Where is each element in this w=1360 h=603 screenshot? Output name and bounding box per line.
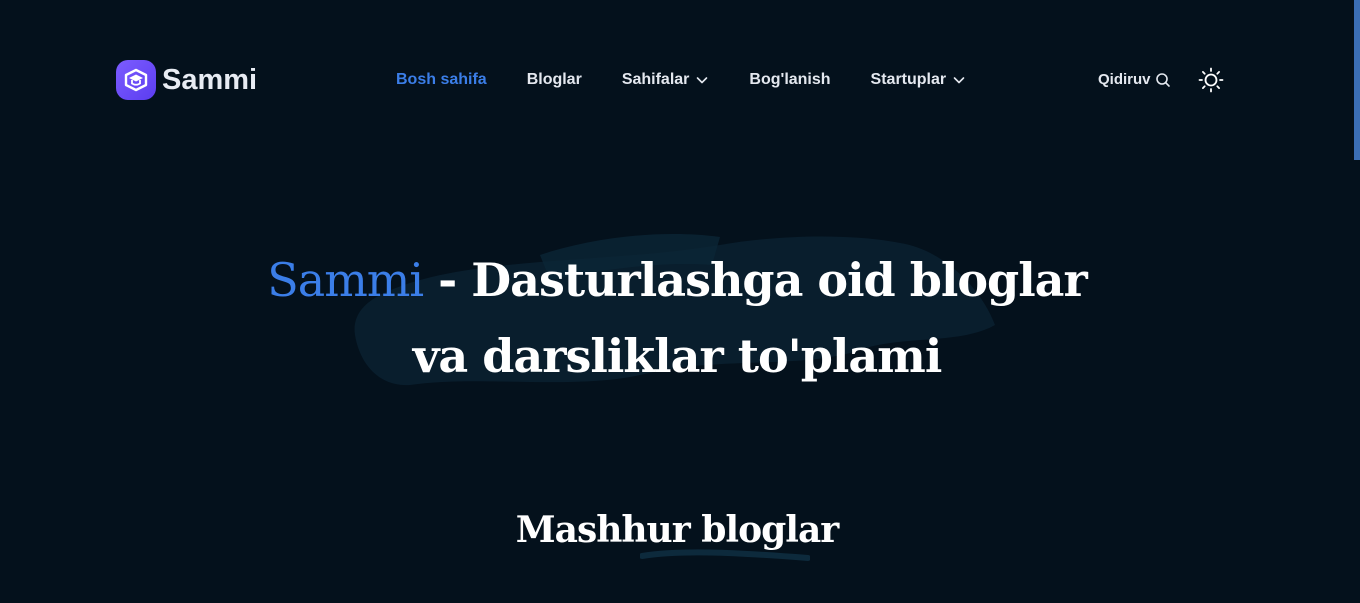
brand-name: Sammi [162,63,258,96]
nav-item-label: Sahifalar [621,71,690,88]
hero-title-line2: va darsliklar to'plami [412,329,943,383]
scrollbar-thumb[interactable] [1354,0,1360,160]
nav-item-label: Startuplar [870,71,947,88]
hero-title-line1: - Dasturlashga oid bloglar [423,253,1088,307]
theme-toggle-button[interactable] [1197,66,1225,94]
nav-item-label: Bosh sahifa [396,71,487,88]
section-title: Mashhur bloglar [515,509,839,551]
nav-item-boglanish[interactable]: Bog'lanish [749,68,830,92]
header-tools: Qidiruv [1098,66,1225,94]
main-nav: Bosh sahifa Bloglar Sahifalar Bog'lanish… [396,68,966,92]
nav-item-label: Bog'lanish [749,71,831,88]
brand-logo-link[interactable]: Sammi [116,60,257,100]
hero-title-accent: Sammi [267,253,424,307]
nav-item-sahifalar[interactable]: Sahifalar [622,68,710,92]
nav-item-startuplar[interactable]: Startuplar [871,68,967,92]
hero-section: Sammi - Dasturlashga oid bloglar va darsl… [0,220,1354,410]
site-header: Sammi Bosh sahifa Bloglar Sahifalar Bog'… [0,0,1354,160]
search-label: Qidiruv [1098,71,1151,88]
sun-icon [1198,67,1223,93]
nav-item-bloglar[interactable]: Bloglar [527,68,582,92]
page-scrollbar[interactable] [1354,0,1360,603]
chevron-down-icon [953,77,965,84]
graduation-cap-icon [116,60,156,100]
nav-item-label: Bloglar [526,71,582,88]
hero-title: Sammi - Dasturlashga oid bloglar va darsl… [0,242,1354,394]
search-icon [1155,73,1170,87]
chevron-down-icon [697,77,708,84]
search-button[interactable]: Qidiruv [1098,67,1171,93]
nav-item-bosh-sahifa[interactable]: Bosh sahifa [396,68,487,92]
